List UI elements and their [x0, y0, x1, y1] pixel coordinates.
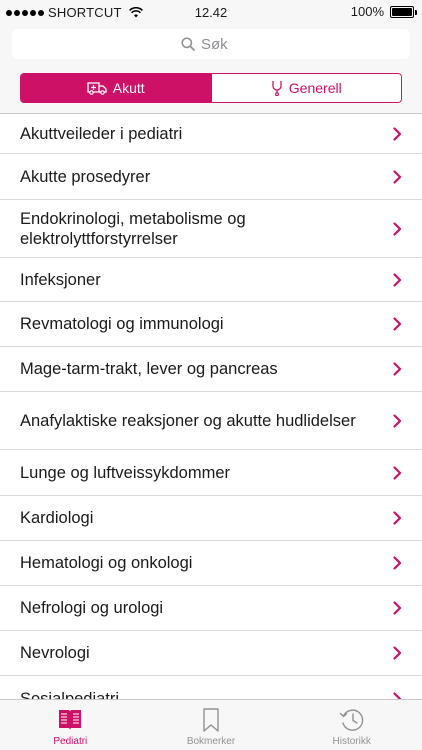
chevron-right-icon — [393, 646, 402, 660]
search-icon — [181, 37, 195, 51]
list-item-label: Revmatologi og immunologi — [20, 315, 224, 333]
tab-pediatri[interactable]: Pediatri — [0, 700, 141, 750]
list-item-label: Endokrinologi, metabolisme og — [20, 209, 246, 228]
list-item[interactable]: Nevrologi — [0, 631, 422, 676]
list-item[interactable]: Nefrologi og urologi — [0, 586, 422, 631]
category-segmented-control: Akutt Generell — [20, 73, 402, 103]
list-item[interactable]: Mage-tarm-trakt, lever og pancreas — [0, 347, 422, 392]
list-item[interactable]: Sosialpediatri — [0, 676, 422, 699]
list-item-label: Mage-tarm-trakt, lever og pancreas — [20, 360, 278, 378]
battery-level-fill — [392, 7, 412, 16]
chevron-right-icon — [393, 556, 402, 570]
chevron-right-icon — [393, 169, 402, 184]
list-item-label: Hematologi og onkologi — [20, 554, 193, 572]
tab-bokmerker[interactable]: Bokmerker — [141, 700, 282, 750]
list-item-label: Nefrologi og urologi — [20, 599, 164, 617]
search-input[interactable] — [201, 35, 241, 53]
list-item[interactable]: Akuttveileder i pediatri — [0, 114, 422, 154]
tab-pediatri-label: Pediatri — [53, 736, 88, 747]
list-item-label: Infeksjoner — [20, 270, 101, 289]
list-item-label: Anafylaktiske reaksjoner og akutte hudli… — [20, 411, 356, 430]
list-item-label-line2: elektrolyttforstyrrelser — [20, 229, 178, 248]
chevron-right-icon — [393, 465, 402, 480]
list-item-label: Sosialpediatri — [20, 689, 120, 700]
search-field[interactable] — [12, 29, 410, 59]
list-item-label: Kardiologi — [20, 509, 94, 527]
chevron-right-icon — [393, 691, 402, 699]
segment-akutt[interactable]: Akutt — [21, 74, 211, 102]
category-list: Akuttveileder i pediatri Akutte prosedyr… — [0, 114, 422, 699]
chevron-right-icon — [393, 272, 402, 287]
segment-generell-label: Generell — [288, 80, 342, 96]
header: Akutt Generell — [0, 24, 422, 114]
history-icon — [339, 709, 363, 731]
ambulance-icon — [87, 82, 107, 95]
list-item-label: Lunge og luftveissykdommer — [20, 463, 231, 482]
tab-historikk[interactable]: Historikk — [281, 700, 422, 750]
list-item[interactable]: Hematologi og onkologi — [0, 541, 422, 586]
book-icon — [59, 710, 82, 730]
status-bar: SHORTCUT 12.42 100% — [0, 0, 422, 24]
battery-percentage: 100% — [350, 4, 384, 19]
chevron-right-icon — [393, 126, 402, 141]
chevron-right-icon — [393, 317, 402, 331]
chevron-right-icon — [393, 601, 402, 615]
list-item[interactable]: Anafylaktiske reaksjoner og akutte hudli… — [0, 392, 422, 450]
list-item[interactable]: Kardiologi — [0, 496, 422, 541]
segment-akutt-label: Akutt — [112, 80, 145, 96]
battery-icon — [390, 5, 417, 18]
list-item-label: Akuttveileder i pediatri — [20, 124, 183, 143]
chevron-right-icon — [393, 511, 402, 525]
list-item[interactable]: Infeksjoner — [0, 258, 422, 302]
bookmark-icon — [203, 708, 219, 732]
status-right: 100% — [350, 4, 417, 19]
tab-historikk-label: Historikk — [332, 736, 371, 747]
list-item-label: Akutte prosedyrer — [20, 167, 151, 186]
chevron-right-icon — [393, 362, 402, 376]
list-item[interactable]: Lunge og luftveissykdommer — [0, 450, 422, 496]
list-item[interactable]: Endokrinologi, metabolisme og elektrolyt… — [0, 200, 422, 258]
chevron-right-icon — [393, 413, 402, 428]
chevron-right-icon — [393, 221, 402, 236]
list-item-label: Nevrologi — [20, 644, 90, 662]
list-item[interactable]: Revmatologi og immunologi — [0, 302, 422, 347]
segment-generell[interactable]: Generell — [210, 74, 401, 102]
tab-bokmerker-label: Bokmerker — [186, 736, 236, 747]
stethoscope-icon — [272, 81, 282, 96]
list-item[interactable]: Akutte prosedyrer — [0, 154, 422, 200]
tab-bar: Pediatri Bokmerker Historikk — [0, 699, 422, 750]
